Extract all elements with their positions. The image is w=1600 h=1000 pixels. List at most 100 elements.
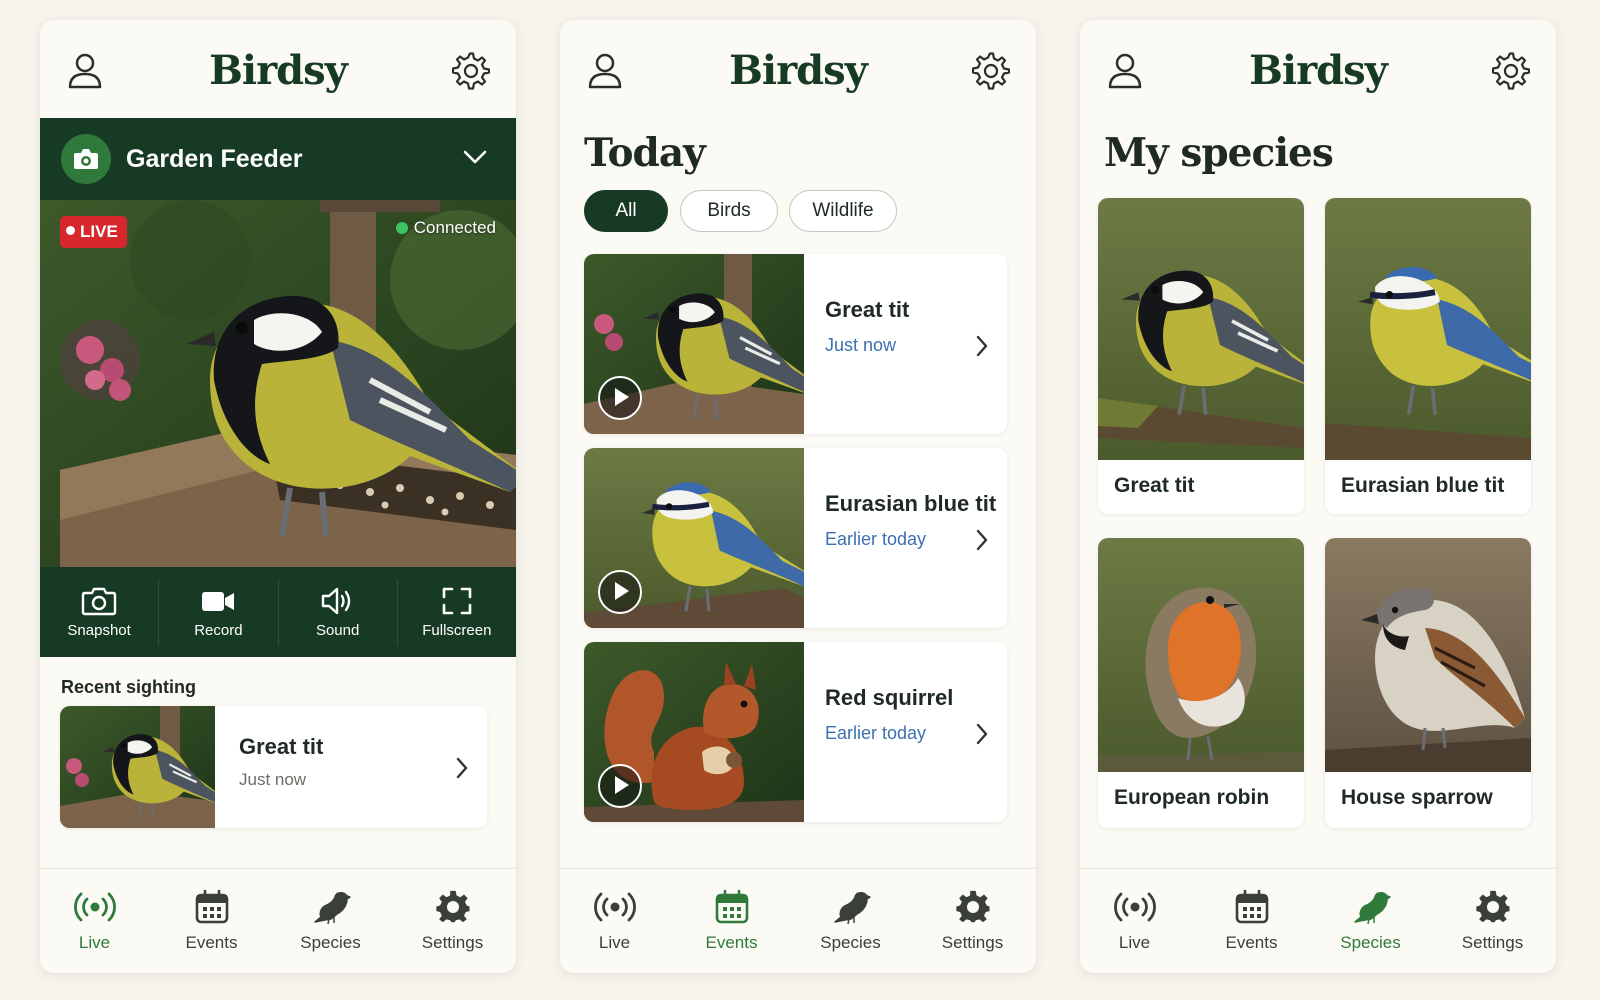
species-name: Eurasian blue tit [1341,474,1505,497]
play-button[interactable] [598,764,642,808]
nav-species-label: Species [820,933,881,952]
settings-gear-icon[interactable] [452,52,490,90]
nav-settings-label: Settings [941,933,1004,952]
species-photo [1098,538,1304,772]
bottom-navigation: Live Events Species Settings [40,868,516,973]
event-time: Earlier today [825,529,927,549]
sighting-time: Just now [239,770,307,789]
species-screen: Birdsy My species Great tit Eurasian blu… [1080,20,1556,973]
nav-events[interactable]: Events [152,869,271,973]
snapshot-button[interactable]: Snapshot [40,580,160,646]
species-name: European robin [1114,786,1270,809]
nav-species[interactable]: Species [1311,869,1430,973]
fullscreen-icon [442,587,472,615]
nav-live-label: Live [78,933,111,952]
app-brand: Birdsy [1249,47,1388,94]
nav-live[interactable]: Live [1080,869,1194,973]
live-broadcast-icon [73,889,117,925]
play-button[interactable] [598,570,642,614]
fullscreen-button[interactable]: Fullscreen [398,580,516,646]
chevron-down-icon[interactable] [462,148,488,166]
connection-status: Connected [395,218,496,238]
video-camera-icon [202,592,235,611]
page-title: My species [1104,130,1334,176]
species-photo [1325,198,1531,460]
event-card[interactable]: Eurasian blue tit Earlier today [584,448,1007,628]
gear-icon [955,889,991,925]
event-card[interactable]: Red squirrel Earlier today [584,642,1007,822]
record-label: Record [194,622,243,639]
nav-events-label: Events [1225,933,1278,952]
nav-events-label: Events [705,933,758,952]
species-card[interactable]: House sparrow [1325,538,1531,828]
bottom-navigation: Live Events Species Settings [560,868,1036,973]
sighting-species-name: Great tit [239,734,324,759]
event-time: Earlier today [825,723,927,743]
event-card[interactable]: Great tit Just now [584,254,1007,434]
filter-chip-birds[interactable]: Birds [680,190,778,232]
app-bar: Birdsy [40,20,516,118]
nav-species-label: Species [300,933,361,952]
species-card[interactable]: European robin [1098,538,1304,828]
live-badge-label: LIVE [80,222,118,241]
chevron-right-icon [975,334,989,358]
event-species-name: Eurasian blue tit [825,491,997,516]
nav-live[interactable]: Live [560,869,674,973]
record-button[interactable]: Record [159,580,279,646]
nav-live[interactable]: Live [40,869,154,973]
settings-gear-icon[interactable] [1492,52,1530,90]
bird-feeder-video-frame [40,200,516,567]
bird-icon [311,889,351,925]
nav-live-label: Live [598,933,631,952]
events-screen: Birdsy Today All Birds Wildlife Great ti… [560,20,1036,973]
chevron-right-icon [975,722,989,746]
camera-selector[interactable]: Garden Feeder [40,118,516,200]
bird-icon [831,889,871,925]
settings-gear-icon[interactable] [972,52,1010,90]
live-broadcast-icon [593,889,637,925]
nav-species-label: Species [1340,933,1401,952]
app-brand: Birdsy [209,47,348,94]
calendar-icon [1234,889,1270,925]
page-title: Today [584,130,706,176]
gear-icon [1475,889,1511,925]
gear-icon [435,889,471,925]
nav-settings[interactable]: Settings [913,869,1032,973]
recent-sighting-thumbnail [60,706,215,828]
calendar-icon [714,889,750,925]
app-bar: Birdsy [560,20,1036,118]
bird-icon [1351,889,1391,925]
nav-settings-label: Settings [421,933,484,952]
nav-events-label: Events [185,933,238,952]
nav-settings[interactable]: Settings [393,869,512,973]
species-card[interactable]: Great tit [1098,198,1304,514]
nav-species[interactable]: Species [271,869,390,973]
species-card[interactable]: Eurasian blue tit [1325,198,1531,514]
camera-icon [81,587,117,616]
snapshot-label: Snapshot [67,622,131,639]
nav-species[interactable]: Species [791,869,910,973]
sound-button[interactable]: Sound [279,580,398,646]
live-screen: Birdsy Garden Feeder LIVE Connected Snap… [40,20,516,973]
event-species-name: Great tit [825,297,910,322]
filter-chip-wildlife[interactable]: Wildlife [789,190,897,232]
speaker-icon [321,587,350,615]
fullscreen-label: Fullscreen [422,622,492,639]
connection-status-label: Connected [413,218,496,237]
recent-sighting-card[interactable]: Great tit Just now [60,706,487,828]
app-brand: Birdsy [729,47,868,94]
camera-icon [61,134,111,184]
play-button[interactable] [598,376,642,420]
filter-chip-all[interactable]: All [584,190,668,232]
nav-settings-label: Settings [1461,933,1524,952]
recent-sighting-heading: Recent sighting [61,677,197,697]
calendar-icon [194,889,230,925]
nav-events[interactable]: Events [1192,869,1311,973]
live-video-feed[interactable]: LIVE Connected [40,200,516,567]
camera-name: Garden Feeder [126,145,303,173]
nav-events[interactable]: Events [672,869,791,973]
nav-settings[interactable]: Settings [1433,869,1552,973]
species-name: Great tit [1114,474,1195,497]
chevron-right-icon [455,756,469,780]
species-name: House sparrow [1341,786,1493,809]
